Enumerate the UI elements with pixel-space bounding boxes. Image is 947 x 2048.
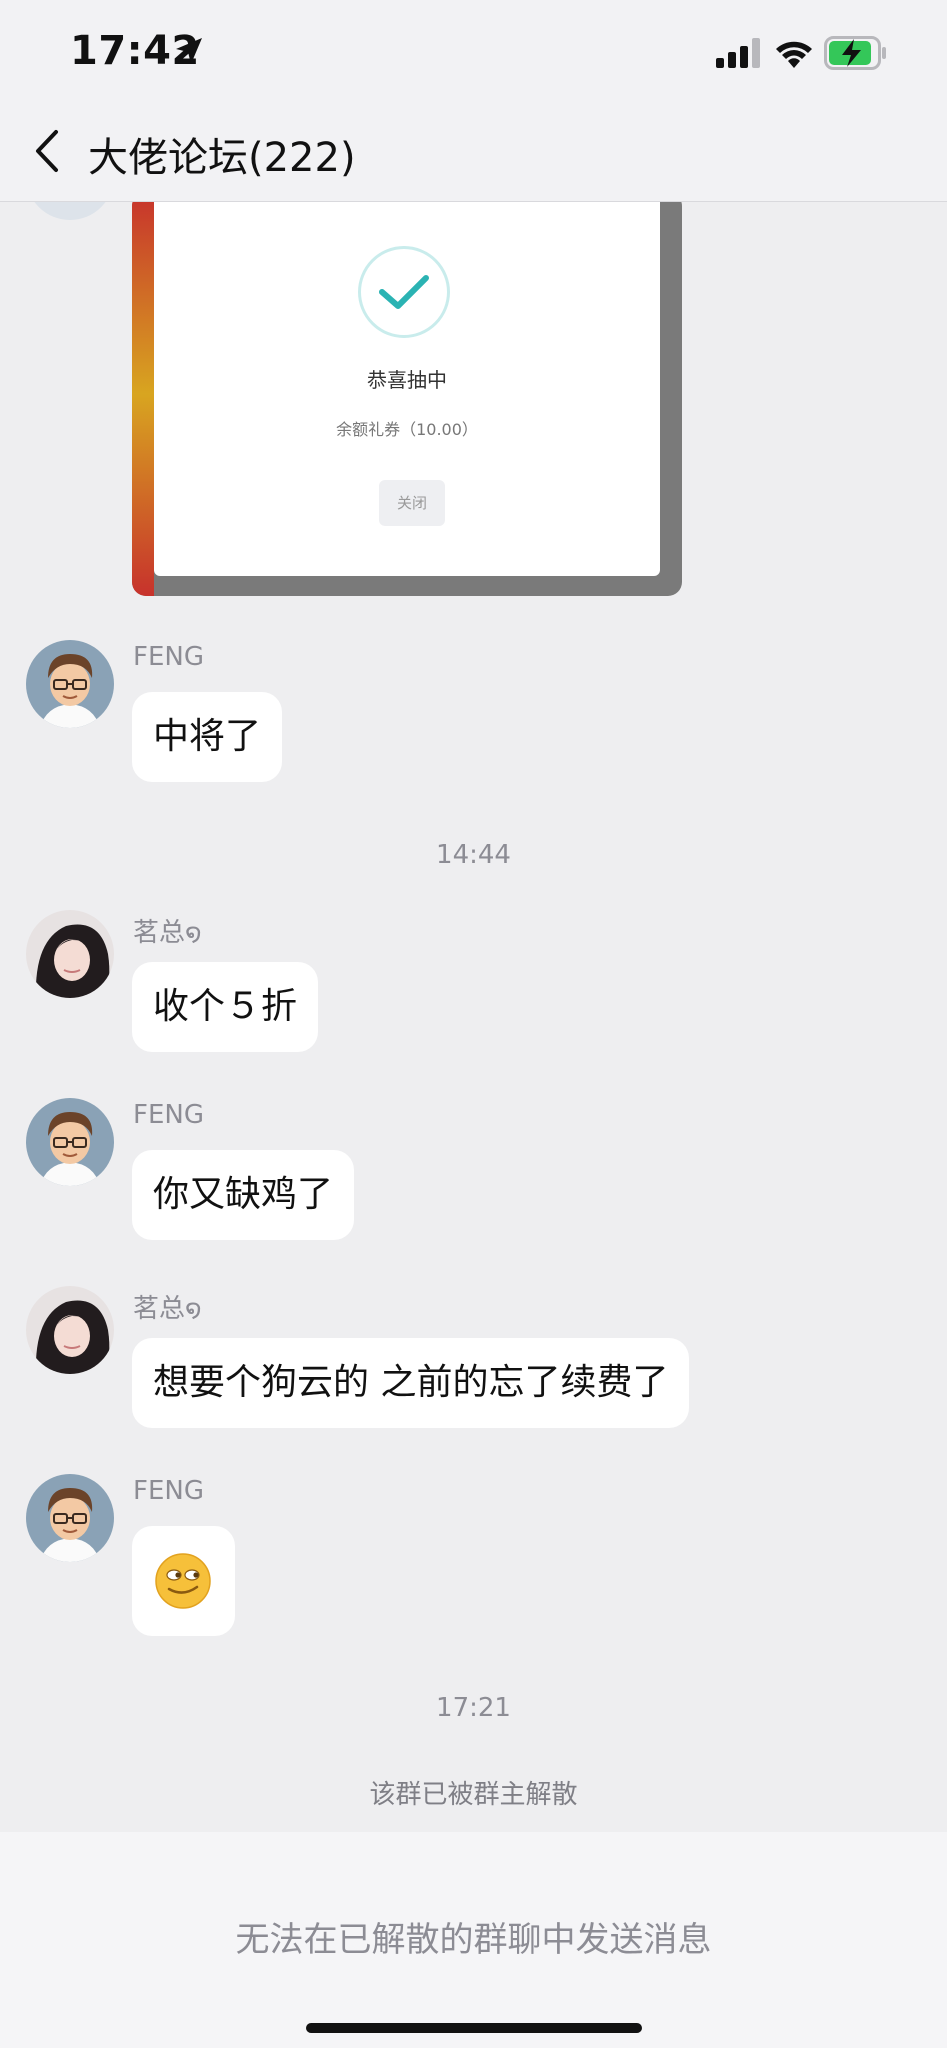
timestamp: 14:44 — [436, 840, 511, 870]
sender-name: FENG — [133, 1100, 204, 1130]
status-bar: 17:42 — [0, 0, 947, 100]
emoji-bubble[interactable] — [132, 1526, 235, 1636]
avatar-feng[interactable] — [26, 1098, 114, 1186]
input-disabled-notice: 无法在已解散的群聊中发送消息 — [235, 1920, 712, 1960]
chat-area[interactable]: 恭喜抽中 余额礼券（10.00） 关闭 FENG 中将了 14:44 茗总໑ 收… — [0, 202, 947, 1832]
avatar-feng[interactable] — [26, 640, 114, 728]
avatar-mingzong[interactable] — [26, 1286, 114, 1374]
cellular-signal-icon — [716, 38, 760, 68]
timestamp: 17:21 — [436, 1693, 511, 1723]
sender-name: FENG — [133, 1476, 204, 1506]
nav-bar: 大佬论坛(222) — [0, 100, 947, 202]
back-icon[interactable] — [26, 126, 76, 176]
sender-name: 茗总໑ — [133, 1294, 202, 1324]
feng-avatar-image — [26, 640, 114, 728]
dialog-subtitle: 余额礼券（10.00） — [336, 420, 478, 439]
check-circle — [358, 246, 450, 338]
feng-avatar-image — [26, 1098, 114, 1186]
dialog-title: 恭喜抽中 — [367, 368, 447, 392]
message-bubble[interactable]: 收个５折 — [132, 962, 319, 1052]
sender-name: FENG — [133, 642, 204, 672]
input-area: 无法在已解散的群聊中发送消息 — [0, 1832, 947, 2048]
avatar-feng-top[interactable] — [26, 202, 114, 220]
location-arrow-icon — [176, 38, 202, 64]
sender-name: 茗总໑ — [133, 918, 202, 948]
smirk-emoji-icon — [155, 1553, 211, 1609]
avatar-feng[interactable] — [26, 1474, 114, 1562]
mingzong-avatar-image — [26, 1286, 114, 1374]
check-icon — [379, 275, 429, 309]
chat-title: 大佬论坛(222) — [88, 135, 356, 181]
mingzong-avatar-image — [26, 910, 114, 998]
prize-dialog: 恭喜抽中 余额礼券（10.00） 关闭 — [154, 202, 660, 576]
system-notice: 该群已被群主解散 — [369, 1780, 578, 1810]
feng-avatar-image — [26, 1474, 114, 1562]
avatar-mingzong[interactable] — [26, 910, 114, 998]
image-message[interactable]: 恭喜抽中 余额礼券（10.00） 关闭 — [132, 202, 682, 596]
message-bubble[interactable]: 中将了 — [132, 692, 283, 782]
message-bubble[interactable]: 你又缺鸡了 — [132, 1150, 355, 1240]
message-bubble[interactable]: 想要个狗云的 之前的忘了续费了 — [132, 1338, 690, 1428]
wifi-icon — [776, 41, 812, 68]
home-indicator[interactable] — [306, 2023, 642, 2033]
image-background-strip — [132, 202, 154, 596]
battery-charging-icon — [824, 36, 886, 70]
dialog-close-button: 关闭 — [379, 480, 445, 526]
